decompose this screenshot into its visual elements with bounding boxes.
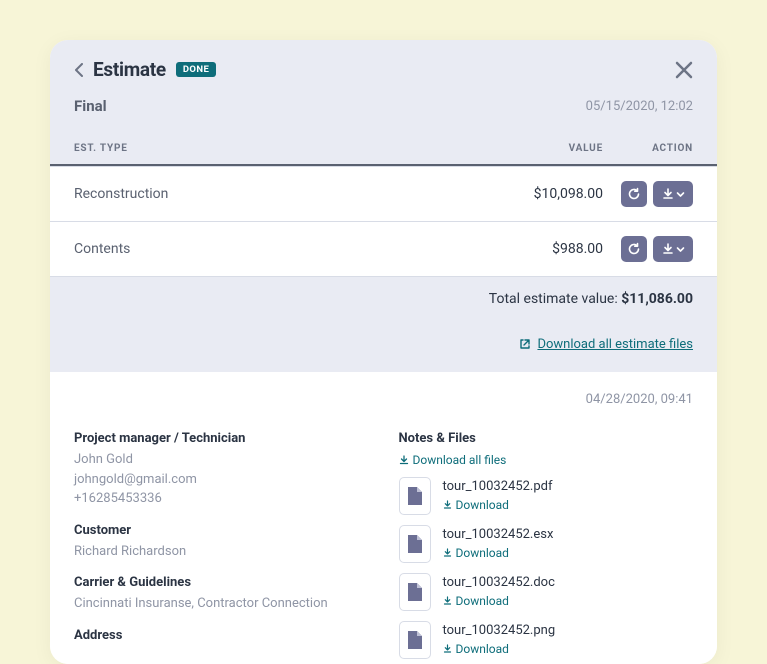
download-all-files-link[interactable]: Download all files bbox=[399, 453, 507, 467]
col-value-header: VALUE bbox=[503, 143, 603, 154]
document-icon bbox=[407, 486, 423, 506]
chevron-down-icon bbox=[676, 190, 685, 199]
file-icon bbox=[399, 525, 431, 563]
document-icon bbox=[407, 534, 423, 554]
header-row: Estimate DONE bbox=[50, 40, 717, 91]
estimate-card: Estimate DONE Final 05/15/2020, 12:02 ES… bbox=[50, 40, 717, 664]
file-download-label: Download bbox=[456, 498, 509, 512]
estimate-top-section: Estimate DONE Final 05/15/2020, 12:02 ES… bbox=[50, 40, 717, 372]
file-download-label: Download bbox=[456, 546, 509, 560]
sub-header-row: Final 05/15/2020, 12:02 bbox=[50, 91, 717, 133]
chevron-left-icon bbox=[74, 63, 83, 77]
carrier-label: Carrier & Guidelines bbox=[74, 575, 369, 590]
sub-title: Final bbox=[74, 97, 107, 115]
refresh-button[interactable] bbox=[621, 181, 647, 207]
download-icon bbox=[399, 455, 409, 465]
table-header: EST. TYPE VALUE ACTION bbox=[50, 133, 717, 166]
notes-files-label: Notes & Files bbox=[399, 431, 694, 446]
file-row: tour_10032452.esx Download bbox=[399, 525, 694, 563]
download-dropdown-button[interactable] bbox=[653, 181, 693, 207]
download-icon bbox=[662, 243, 674, 255]
chevron-down-icon bbox=[676, 245, 685, 254]
details-timestamp: 04/28/2020, 09:41 bbox=[74, 392, 693, 407]
customer-label: Customer bbox=[74, 523, 369, 538]
customer-name: Richard Richardson bbox=[74, 542, 369, 562]
row-value: $988.00 bbox=[503, 241, 603, 257]
col-action-header: ACTION bbox=[603, 143, 693, 154]
file-icon bbox=[399, 477, 431, 515]
download-all-row: Download all estimate files bbox=[50, 321, 717, 372]
download-all-link[interactable]: Download all estimate files bbox=[519, 337, 693, 352]
file-row: tour_10032452.png Download bbox=[399, 621, 694, 659]
download-all-files-label: Download all files bbox=[413, 453, 507, 467]
refresh-button[interactable] bbox=[621, 236, 647, 262]
file-download-label: Download bbox=[456, 642, 509, 656]
download-icon bbox=[443, 596, 452, 605]
file-name: tour_10032452.pdf bbox=[443, 479, 553, 494]
carrier-value: Cincinnati Insuranse, Contractor Connect… bbox=[74, 594, 369, 614]
file-icon bbox=[399, 621, 431, 659]
total-row: Total estimate value: $11,086.00 bbox=[50, 276, 717, 321]
header-timestamp: 05/15/2020, 12:02 bbox=[586, 99, 693, 114]
total-label: Total estimate value: bbox=[489, 291, 618, 307]
pm-phone: +16285453336 bbox=[74, 489, 369, 509]
pm-label: Project manager / Technician bbox=[74, 431, 369, 446]
page-title: Estimate bbox=[93, 58, 166, 81]
file-download-link[interactable]: Download bbox=[443, 642, 509, 656]
details-right-column: Notes & Files Download all files tour_10… bbox=[399, 431, 694, 664]
row-name: Reconstruction bbox=[74, 186, 503, 202]
file-row: tour_10032452.pdf Download bbox=[399, 477, 694, 515]
file-icon bbox=[399, 573, 431, 611]
close-button[interactable] bbox=[675, 61, 693, 79]
download-icon bbox=[443, 644, 452, 653]
col-type-header: EST. TYPE bbox=[74, 143, 503, 154]
download-icon bbox=[662, 188, 674, 200]
document-icon bbox=[407, 630, 423, 650]
file-row: tour_10032452.doc Download bbox=[399, 573, 694, 611]
address-label: Address bbox=[74, 628, 369, 643]
pm-name: John Gold bbox=[74, 450, 369, 470]
file-name: tour_10032452.esx bbox=[443, 527, 554, 542]
file-download-link[interactable]: Download bbox=[443, 594, 509, 608]
download-all-label: Download all estimate files bbox=[537, 337, 693, 352]
details-section: 04/28/2020, 09:41 Project manager / Tech… bbox=[50, 372, 717, 664]
total-value: $11,086.00 bbox=[621, 291, 693, 307]
file-download-link[interactable]: Download bbox=[443, 498, 509, 512]
pm-email: johngold@gmail.com bbox=[74, 470, 369, 490]
download-dropdown-button[interactable] bbox=[653, 236, 693, 262]
document-icon bbox=[407, 582, 423, 602]
download-icon bbox=[443, 500, 452, 509]
download-icon bbox=[443, 548, 452, 557]
table-row: Reconstruction $10,098.00 bbox=[50, 166, 717, 221]
row-name: Contents bbox=[74, 241, 503, 257]
file-name: tour_10032452.png bbox=[443, 623, 556, 638]
table-row: Contents $988.00 bbox=[50, 221, 717, 276]
file-download-label: Download bbox=[456, 594, 509, 608]
row-value: $10,098.00 bbox=[503, 186, 603, 202]
file-download-link[interactable]: Download bbox=[443, 546, 509, 560]
external-link-icon bbox=[519, 338, 531, 350]
refresh-icon bbox=[627, 187, 641, 201]
details-left-column: Project manager / Technician John Gold j… bbox=[74, 431, 369, 664]
refresh-icon bbox=[627, 242, 641, 256]
back-button[interactable] bbox=[74, 63, 83, 77]
close-icon bbox=[675, 61, 693, 79]
file-name: tour_10032452.doc bbox=[443, 575, 555, 590]
status-badge: DONE bbox=[176, 62, 216, 77]
